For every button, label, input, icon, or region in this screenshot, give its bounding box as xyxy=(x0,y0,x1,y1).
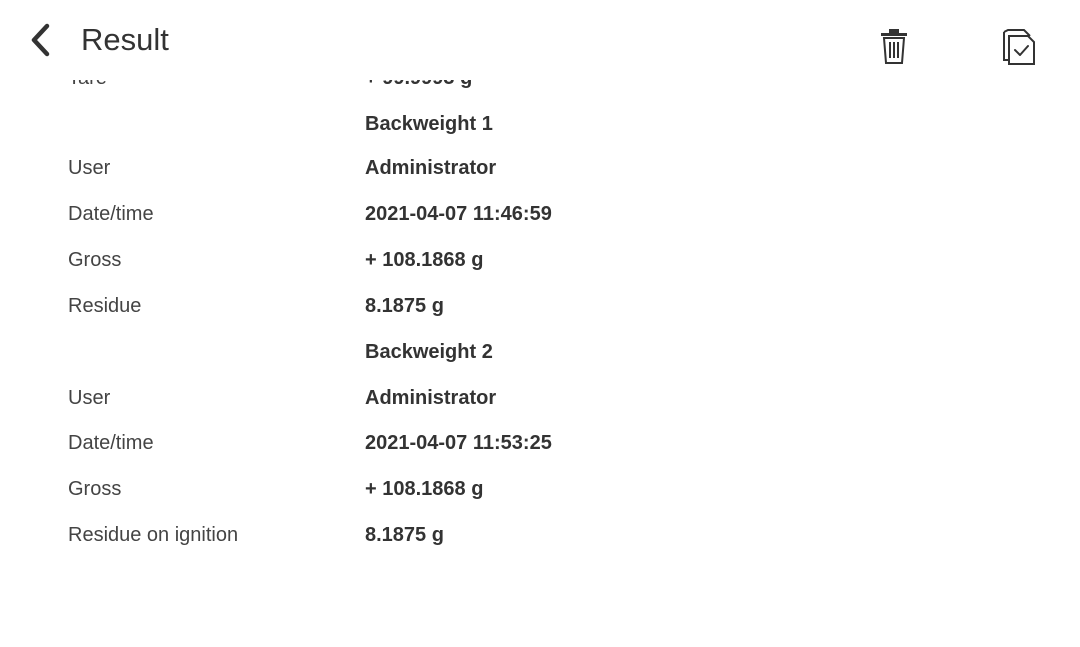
copy-check-icon xyxy=(1003,29,1035,65)
result-screen: Tare + 99.9993 g Backweight 1 User Admin… xyxy=(0,0,1080,647)
row-value: 2021-04-07 11:46:59 xyxy=(365,203,552,225)
row-label: User xyxy=(68,157,111,179)
detail-row-residue-on-ignition: Residue on ignition 8.1875 g xyxy=(0,523,1080,569)
row-label: Date/time xyxy=(68,203,154,225)
trash-icon xyxy=(881,29,907,64)
detail-row-backweight-2-heading: Backweight 2 xyxy=(0,340,1080,386)
row-label: User xyxy=(68,387,111,409)
detail-row-gross-2: Gross + 108.1868 g xyxy=(0,477,1080,523)
page-title: Result xyxy=(81,22,169,57)
app-header: Result xyxy=(0,0,1080,80)
row-value: 2021-04-07 11:53:25 xyxy=(365,432,552,454)
back-button[interactable] xyxy=(18,18,62,62)
detail-row-gross-1: Gross + 108.1868 g xyxy=(0,248,1080,294)
detail-row-backweight-1-heading: Backweight 1 xyxy=(0,110,1080,156)
row-label: Residue xyxy=(68,295,142,317)
row-value: Administrator xyxy=(365,387,497,409)
detail-row-datetime-1: Date/time 2021-04-07 11:46:59 xyxy=(0,202,1080,248)
detail-row-residue-1: Residue 8.1875 g xyxy=(0,294,1080,340)
row-value: 8.1875 g xyxy=(365,295,444,317)
row-label: Gross xyxy=(68,478,122,500)
detail-row-user-2: User Administrator xyxy=(0,386,1080,432)
detail-row-user-1: User Administrator xyxy=(0,156,1080,202)
detail-row-datetime-2: Date/time 2021-04-07 11:53:25 xyxy=(0,431,1080,477)
row-value: 8.1875 g xyxy=(365,524,444,546)
chevron-left-icon xyxy=(31,23,50,57)
row-value: Administrator xyxy=(365,157,497,179)
copy-button[interactable] xyxy=(995,22,1043,70)
row-value: + 108.1868 g xyxy=(365,249,484,271)
row-value: Backweight 2 xyxy=(365,341,493,363)
row-label: Residue on ignition xyxy=(68,524,239,546)
row-label: Gross xyxy=(68,249,122,271)
row-label: Date/time xyxy=(68,432,154,454)
row-value: + 108.1868 g xyxy=(365,478,484,500)
row-value: Backweight 1 xyxy=(365,113,493,135)
delete-button[interactable] xyxy=(870,22,918,70)
